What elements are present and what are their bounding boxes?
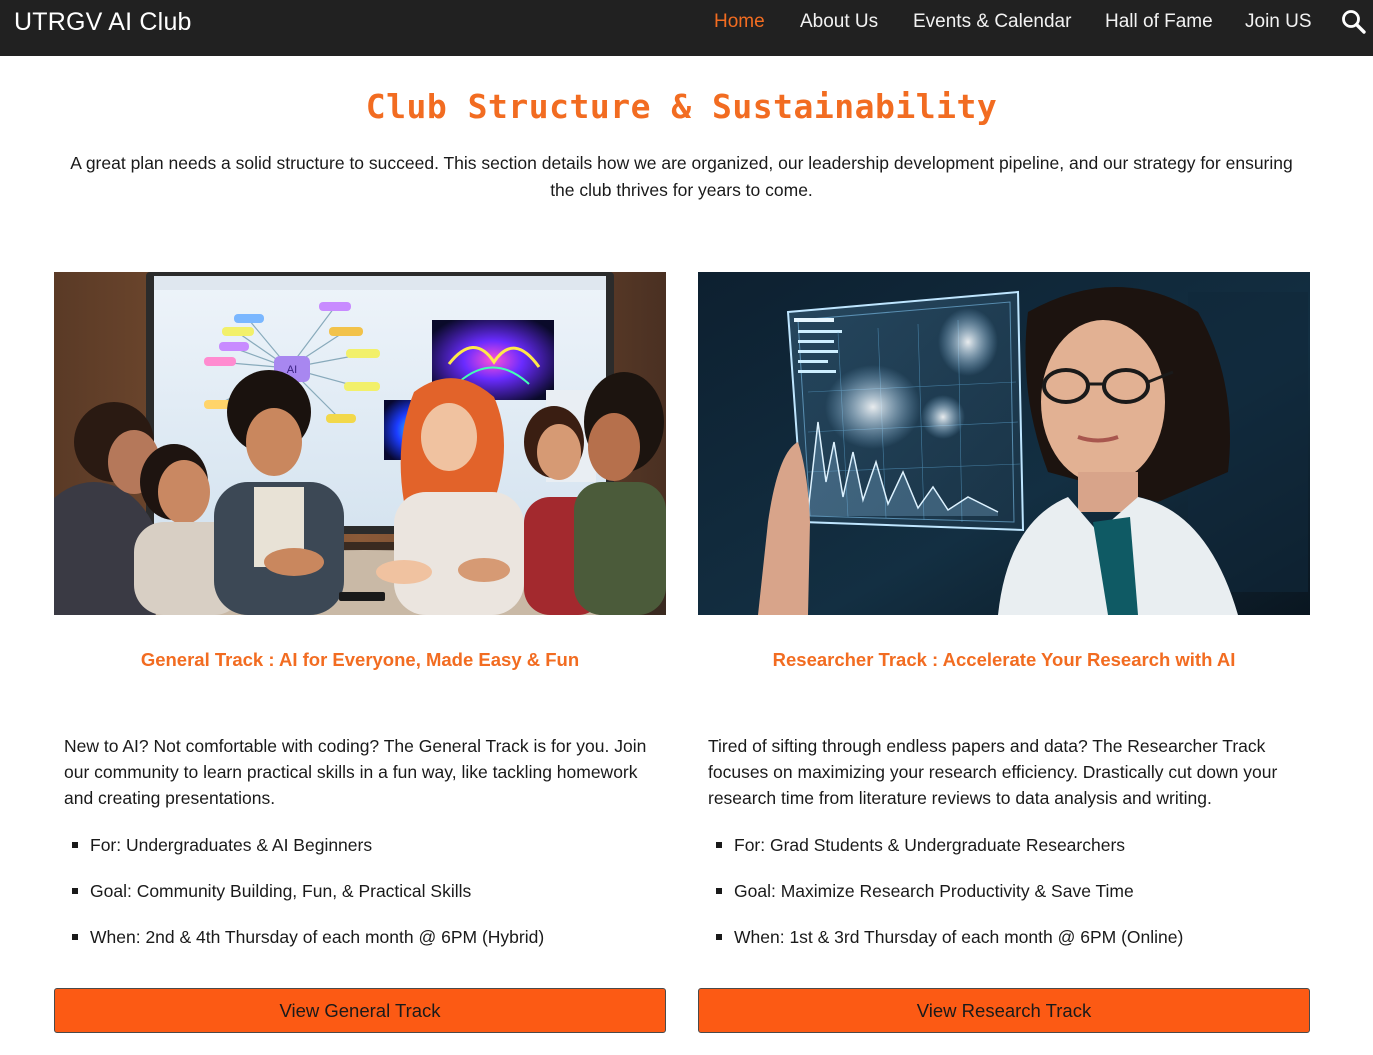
site-brand[interactable]: UTRGV AI Club xyxy=(14,8,192,36)
researcher-track-schedule: When: 1st & 3rd Thursday of each month @… xyxy=(714,924,1314,970)
researcher-track-description: Tired of sifting through endless papers … xyxy=(708,736,1278,808)
general-track-schedule: When: 2nd & 4th Thursday of each month @… xyxy=(70,924,670,970)
nav-item-events-calendar[interactable]: Events & Calendar xyxy=(913,10,1071,34)
nav-item-about-us[interactable]: About Us xyxy=(800,10,878,34)
general-track-details: For: Undergraduates & AI Beginners Goal:… xyxy=(70,832,670,970)
section-intro: A great plan needs a solid structure to … xyxy=(70,153,1293,200)
general-track-image: AI xyxy=(54,272,666,615)
mindmap-center-label: AI xyxy=(287,364,297,376)
researcher-track-title: Researcher Track : Accelerate Your Resea… xyxy=(772,649,1236,670)
nav-item-home[interactable]: Home xyxy=(714,10,765,34)
general-track-description: New to AI? Not comfortable with coding? … xyxy=(64,736,647,808)
researcher-track-audience: For: Grad Students & Undergraduate Resea… xyxy=(714,832,1314,878)
section-title: Club Structure & Sustainability xyxy=(365,87,998,126)
view-research-track-button[interactable]: View Research Track xyxy=(698,988,1310,1033)
general-track-goal: Goal: Community Building, Fun, & Practic… xyxy=(70,878,670,924)
nav-item-hall-of-fame[interactable]: Hall of Fame xyxy=(1105,10,1213,34)
researcher-track-goal: Goal: Maximize Research Productivity & S… xyxy=(714,878,1314,924)
top-navigation-bar: UTRGV AI Club Home About Us Events & Cal… xyxy=(0,0,1373,56)
view-general-track-button[interactable]: View General Track xyxy=(54,988,666,1033)
researcher-track-image xyxy=(698,272,1310,615)
researcher-track-details: For: Grad Students & Undergraduate Resea… xyxy=(714,832,1314,970)
nav-item-join-us[interactable]: Join US xyxy=(1245,10,1312,34)
general-track-title: General Track : AI for Everyone, Made Ea… xyxy=(140,649,580,670)
search-icon[interactable] xyxy=(1340,8,1368,36)
general-track-audience: For: Undergraduates & AI Beginners xyxy=(70,832,670,878)
